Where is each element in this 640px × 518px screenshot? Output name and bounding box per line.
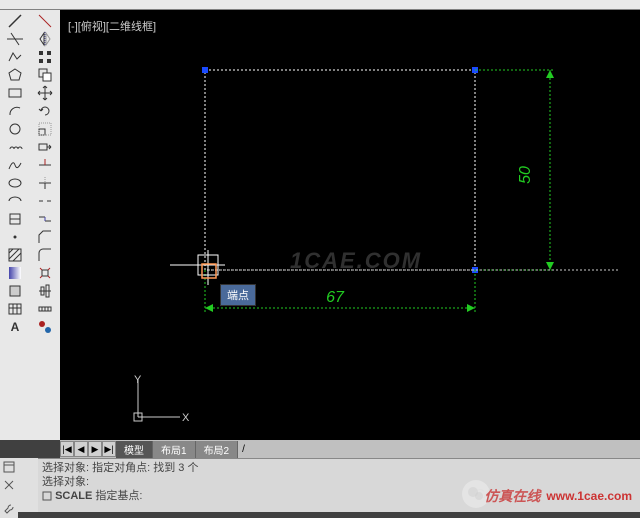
revcloud-tool[interactable] xyxy=(2,138,28,156)
command-side-tools xyxy=(0,458,38,512)
props-tool[interactable] xyxy=(32,318,58,336)
explode-tool[interactable] xyxy=(32,264,58,282)
line-mod-tool[interactable] xyxy=(32,12,58,30)
tab-layout1[interactable]: 布局1 xyxy=(153,441,196,458)
command-history-line: 选择对象: xyxy=(42,475,636,489)
line-tool[interactable] xyxy=(2,12,28,30)
tab-layout2[interactable]: 布局2 xyxy=(196,441,239,458)
ellipse-tool[interactable] xyxy=(2,174,28,192)
region-tool[interactable] xyxy=(2,282,28,300)
extend-tool[interactable] xyxy=(32,174,58,192)
align-tool[interactable] xyxy=(32,282,58,300)
tab-nav-prev[interactable]: ◀ xyxy=(74,441,88,457)
top-toolbar-strip xyxy=(0,0,640,10)
drawing-area[interactable]: [-][俯视][二维线框] 67 50 端点 1CAE.COM xyxy=(60,10,640,440)
polygon-tool[interactable] xyxy=(2,66,28,84)
dim-value-v: 50 xyxy=(517,166,534,184)
ucs-x-label: X xyxy=(182,412,190,424)
spline-tool[interactable] xyxy=(2,156,28,174)
left-toolbars: A xyxy=(0,10,60,440)
pline-tool[interactable] xyxy=(2,48,28,66)
dim-value-h: 67 xyxy=(326,289,345,306)
command-panel[interactable]: 选择对象: 指定对角点: 找到 3 个 选择对象: SCALE 指定基点: xyxy=(38,458,640,512)
rotate-tool[interactable] xyxy=(32,102,58,120)
array-tool[interactable] xyxy=(32,48,58,66)
arrow-icon xyxy=(546,70,554,78)
text-tool[interactable]: A xyxy=(2,318,28,336)
scale-tool[interactable] xyxy=(32,120,58,138)
mirror-tool[interactable] xyxy=(32,30,58,48)
ucs-y-label: Y xyxy=(134,375,142,386)
tab-model[interactable]: 模型 xyxy=(116,441,153,458)
ellipse-arc-tool[interactable] xyxy=(2,192,28,210)
selected-rectangle xyxy=(205,70,475,270)
tab-trailer: / xyxy=(238,444,249,455)
gradient-tool[interactable] xyxy=(2,264,28,282)
cmd-close-icon[interactable] xyxy=(0,476,18,494)
cmd-wrench-icon[interactable] xyxy=(0,500,18,518)
point-tool[interactable] xyxy=(2,228,28,246)
tab-nav-last[interactable]: ▶| xyxy=(102,441,116,457)
arc-tool[interactable] xyxy=(2,102,28,120)
move-tool[interactable] xyxy=(32,84,58,102)
cmd-history-icon[interactable] xyxy=(0,458,18,476)
xline-tool[interactable] xyxy=(2,30,28,48)
command-prompt-text: 指定基点: xyxy=(95,490,142,502)
arrow-icon xyxy=(546,262,554,270)
grip-icon xyxy=(202,67,208,73)
tab-nav-first[interactable]: |◀ xyxy=(60,441,74,457)
join-tool[interactable] xyxy=(32,210,58,228)
modify-toolbar xyxy=(30,10,60,338)
chamfer-tool[interactable] xyxy=(32,228,58,246)
hatch-tool[interactable] xyxy=(2,246,28,264)
layout-tabs: |◀ ◀ ▶ ▶| 模型 布局1 布局2 / xyxy=(60,440,640,458)
snap-tooltip: 端点 xyxy=(220,284,256,306)
endpoint-snap-icon xyxy=(202,264,216,278)
circle-tool[interactable] xyxy=(2,120,28,138)
wechat-icon xyxy=(462,480,490,508)
command-name: SCALE xyxy=(55,490,92,502)
stretch-tool[interactable] xyxy=(32,138,58,156)
table-tool[interactable] xyxy=(2,300,28,318)
arrow-icon xyxy=(467,304,475,312)
copy-tool[interactable] xyxy=(32,66,58,84)
arrow-icon xyxy=(205,304,213,312)
fillet-tool[interactable] xyxy=(32,246,58,264)
measure-tool[interactable] xyxy=(32,300,58,318)
ucs-icon: X Y xyxy=(130,375,190,425)
command-prompt-line: SCALE 指定基点: xyxy=(42,489,636,503)
tab-nav: |◀ ◀ ▶ ▶| xyxy=(60,441,116,457)
insert-block-tool[interactable] xyxy=(2,210,28,228)
rectangle-tool[interactable] xyxy=(2,84,28,102)
tab-nav-next[interactable]: ▶ xyxy=(88,441,102,457)
break-tool[interactable] xyxy=(32,192,58,210)
command-caret-icon xyxy=(42,491,52,501)
command-history-line: 选择对象: 指定对角点: 找到 3 个 xyxy=(42,461,636,475)
trim-tool[interactable] xyxy=(32,156,58,174)
draw-toolbar: A xyxy=(0,10,30,338)
